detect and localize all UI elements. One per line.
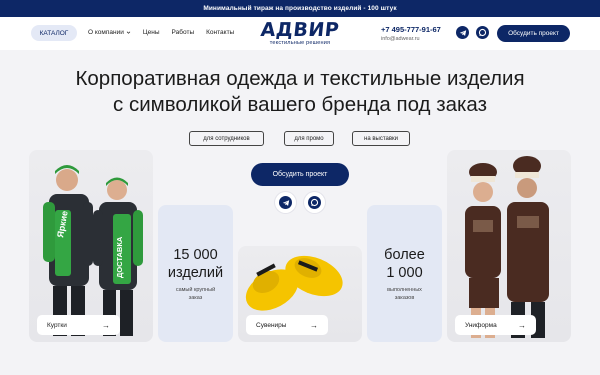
telegram-icon[interactable] (275, 192, 296, 213)
email-link[interactable]: info@adwear.ru (381, 36, 420, 42)
telegram-icon[interactable] (456, 26, 469, 39)
main-nav: О компании Цены Работы Контакты (88, 29, 234, 36)
discuss-project-button[interactable]: Обсудить проект (251, 163, 349, 186)
card-stat-completed-orders: более 1 000 выполненных заказов (367, 205, 442, 342)
uniform-button-label: Униформа (465, 321, 497, 329)
arrow-right-icon: → (518, 320, 526, 330)
chevron-down-icon (126, 31, 131, 34)
discuss-project-header-button[interactable]: Обсудить проект (497, 25, 570, 42)
jackets-button-label: Куртки (47, 321, 67, 329)
announcement-bar: Минимальный тираж на производство издели… (0, 0, 600, 17)
messenger-icon[interactable] (476, 26, 489, 39)
souvenirs-button-label: Сувениры (256, 321, 287, 329)
nav-item-about-label: О компании (88, 29, 124, 36)
stat-caption-line1: выполненных (387, 287, 422, 293)
telegram-glyph (282, 199, 289, 206)
messenger-glyph (310, 198, 319, 207)
tag-employees[interactable]: для сотрудников (189, 131, 264, 146)
stat-number-line2: изделий (167, 265, 224, 281)
stat-number: 15 000 изделий (158, 246, 233, 282)
nav-item-prices[interactable]: Цены (143, 29, 160, 36)
nav-item-about[interactable]: О компании (88, 29, 131, 36)
jackets-button[interactable]: Куртки → (37, 315, 120, 335)
stat-caption: выполненных заказов (367, 286, 442, 302)
card-uniform[interactable] (447, 150, 571, 342)
messenger-icon-badge (308, 196, 321, 209)
phone-link[interactable]: +7 495-777-91-67 (381, 25, 441, 34)
tag-exhibitions[interactable]: на выставки (352, 131, 410, 146)
tag-promo[interactable]: для промо (284, 131, 334, 146)
stat-number-line1: более (384, 247, 425, 263)
uniform-button[interactable]: Униформа → (455, 315, 536, 335)
stat-number-line2: 1 000 (386, 265, 423, 281)
site-header: КАТАЛОГ О компании Цены Работы Контакты … (0, 17, 600, 50)
card-jackets[interactable]: Яркие ДОСТАВКА (29, 150, 153, 342)
hero-title: Корпоративная одежда и текстильные издел… (0, 66, 600, 118)
stat-number-line1: 15 000 (173, 247, 218, 263)
announcement-text: Минимальный тираж на производство издели… (203, 5, 397, 12)
hero-title-line1: Корпоративная одежда и текстильные издел… (75, 67, 525, 90)
logo-wordmark: АДВИР (259, 19, 341, 41)
messenger-icon[interactable] (304, 192, 325, 213)
telegram-glyph (459, 29, 466, 36)
stat-caption-line1: самый крупный (175, 287, 216, 293)
jackets-photo: Яркие ДОСТАВКА (43, 165, 143, 336)
stat-caption-line2: заказов (394, 295, 415, 301)
stat-number: более 1 000 (367, 246, 442, 282)
jacket-print-delivery: ДОСТАВКА (115, 236, 124, 278)
arrow-right-icon: → (102, 320, 110, 330)
nav-item-works[interactable]: Работы (172, 29, 195, 36)
hero-title-line2: с символикой вашего бренда под заказ (113, 93, 487, 116)
messenger-glyph (478, 28, 487, 37)
audience-tags: для сотрудников для промо на выставки (0, 131, 600, 147)
catalog-button[interactable]: КАТАЛОГ (31, 25, 77, 41)
card-stat-largest-order: 15 000 изделий самый крупный заказ (158, 205, 233, 342)
souvenirs-button[interactable]: Сувениры → (246, 315, 328, 335)
stat-caption-line2: заказ (188, 295, 203, 301)
nav-item-contacts[interactable]: Контакты (206, 29, 234, 36)
stat-caption: самый крупный заказ (158, 286, 233, 302)
arrow-right-icon: → (310, 320, 318, 330)
telegram-icon-badge (279, 196, 292, 209)
brand-logo[interactable]: АДВИР текстильные решения (257, 19, 343, 47)
uniform-photo (465, 156, 549, 338)
